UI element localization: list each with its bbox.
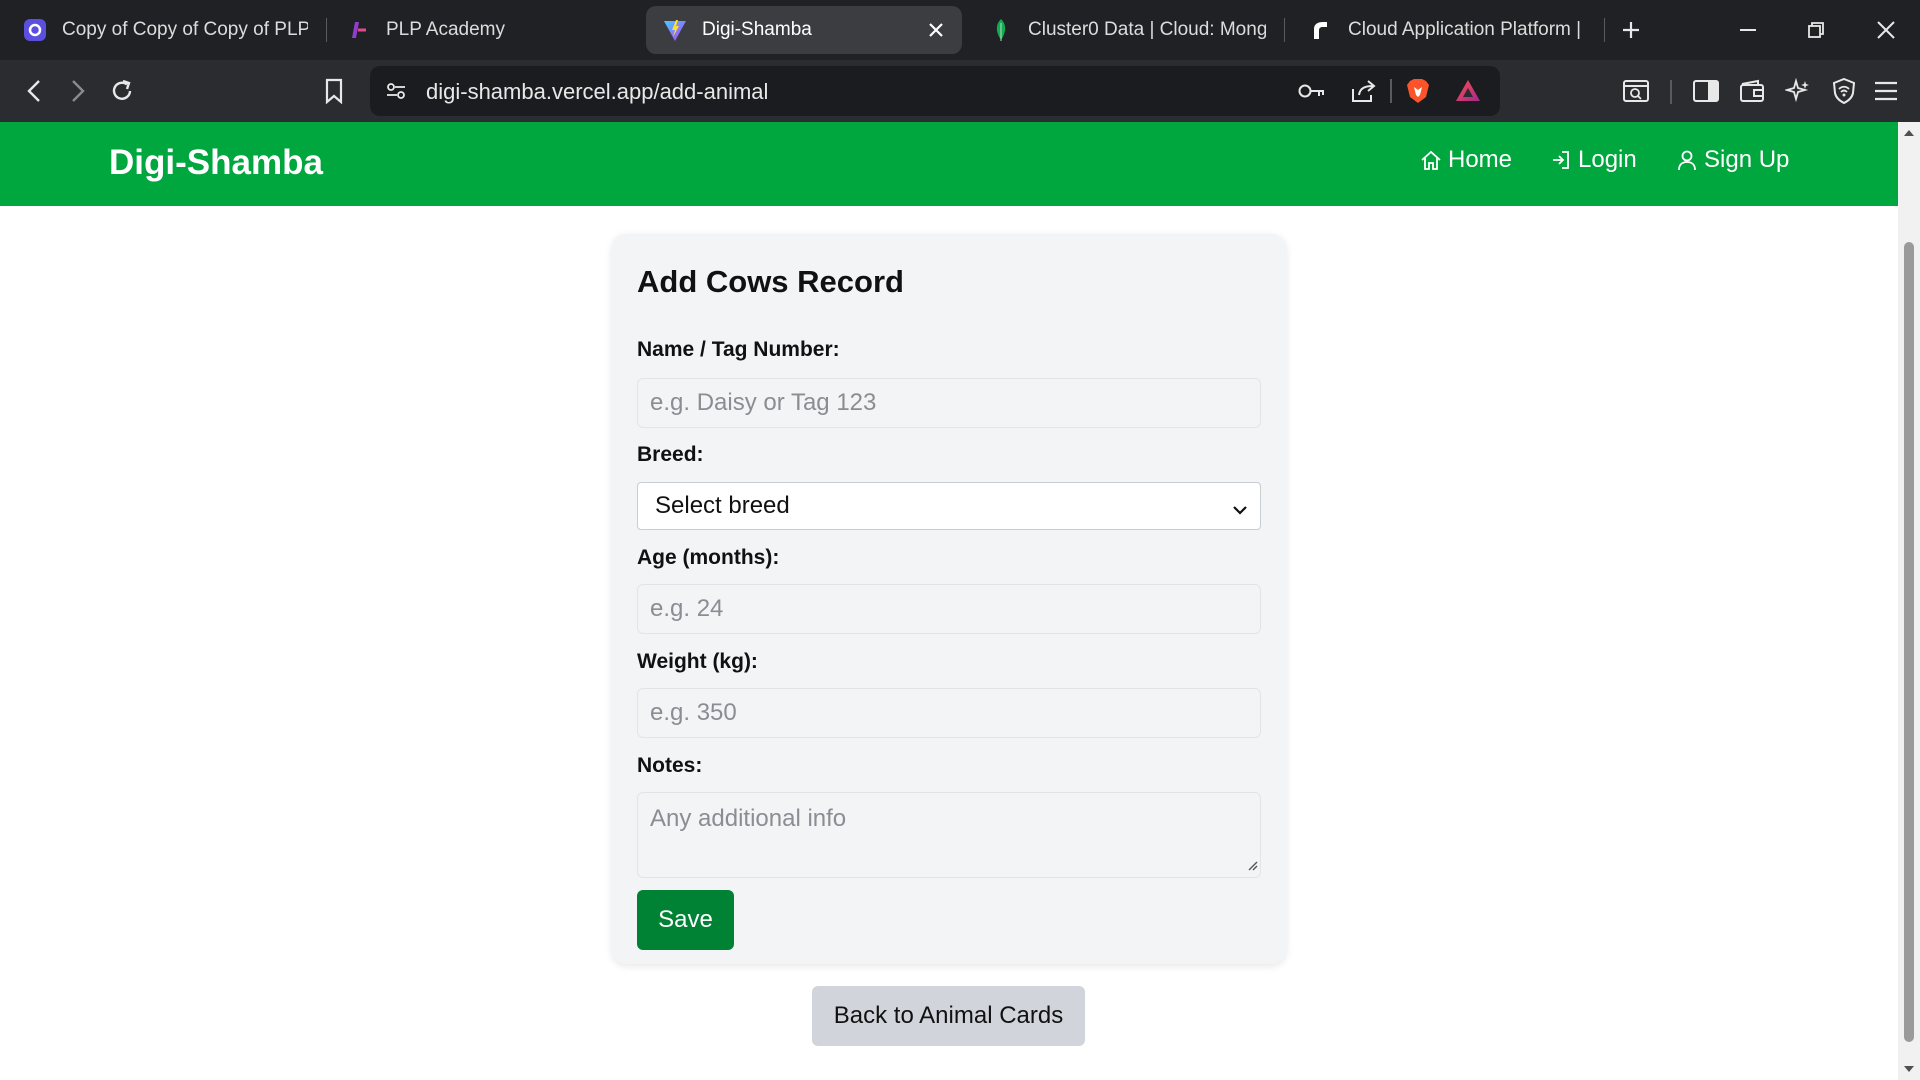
page-scrollbar[interactable] <box>1898 122 1920 1080</box>
home-icon <box>1421 150 1441 170</box>
web-page: Digi-Shamba Home Login Sign Up Add Cows … <box>0 122 1898 1080</box>
back-nav-button[interactable] <box>16 73 52 109</box>
form-title: Add Cows Record <box>637 264 904 299</box>
breed-label: Breed: <box>637 443 704 466</box>
menu-icon[interactable] <box>1868 73 1904 109</box>
brave-rewards-icon[interactable] <box>1454 77 1482 105</box>
plp-icon <box>346 17 372 43</box>
site-settings-icon[interactable] <box>382 77 410 105</box>
new-tab-button[interactable] <box>1615 14 1647 46</box>
tab-label: Digi-Shamba <box>702 19 812 40</box>
nav-signup-link[interactable]: Sign Up <box>1676 146 1789 174</box>
chevron-down-icon <box>1232 497 1248 525</box>
tab-plp-academy[interactable]: PLP Academy <box>330 6 630 54</box>
tab-strip: Copy of Copy of Copy of PLP S PLP Academ… <box>0 0 1920 60</box>
close-tab-icon[interactable] <box>924 18 948 42</box>
weight-input[interactable] <box>637 688 1261 738</box>
breed-selected-value: Select breed <box>655 492 790 519</box>
canva-icon <box>22 17 48 43</box>
vite-icon <box>662 17 688 43</box>
sidebar-toggle-icon[interactable] <box>1688 73 1724 109</box>
url-text[interactable]: digi-shamba.vercel.app/add-animal <box>426 79 768 105</box>
minimize-button[interactable] <box>1718 8 1778 52</box>
notes-wrapper <box>612 792 1286 878</box>
tab-separator <box>1604 18 1605 42</box>
save-button[interactable]: Save <box>637 890 734 950</box>
tab-render[interactable]: Cloud Application Platform | Re <box>1292 6 1602 54</box>
nav-signup-label: Sign Up <box>1704 146 1790 173</box>
tab-digi-shamba[interactable]: Digi-Shamba <box>646 6 962 54</box>
address-bar[interactable]: digi-shamba.vercel.app/add-animal <box>370 66 1500 116</box>
add-animal-form: Add Cows Record Name / Tag Number: Breed… <box>612 234 1286 964</box>
reload-button[interactable] <box>104 73 140 109</box>
login-icon <box>1553 151 1569 169</box>
tab-label: Cluster0 Data | Cloud: MongoD <box>1028 19 1266 40</box>
name-tag-input[interactable] <box>637 378 1261 428</box>
share-icon[interactable] <box>1350 77 1378 105</box>
leo-ai-icon[interactable] <box>1780 73 1816 109</box>
tab-label: Copy of Copy of Copy of PLP S <box>62 19 308 40</box>
tab-mongodb[interactable]: Cluster0 Data | Cloud: MongoD <box>972 6 1282 54</box>
notes-label: Notes: <box>637 754 703 777</box>
breed-select[interactable]: Select breed <box>637 482 1261 530</box>
divider <box>1390 79 1392 103</box>
close-window-button[interactable] <box>1856 8 1916 52</box>
tab-separator <box>326 18 327 42</box>
nav-login-label: Login <box>1578 146 1637 173</box>
age-input[interactable] <box>637 584 1261 634</box>
site-brand[interactable]: Digi-Shamba <box>109 143 323 183</box>
reading-mode-icon[interactable] <box>1618 73 1654 109</box>
vpn-shield-icon[interactable] <box>1826 73 1862 109</box>
brave-shields-icon[interactable] <box>1404 77 1432 105</box>
mongodb-leaf-icon <box>988 17 1014 43</box>
tab-label: PLP Academy <box>386 19 506 40</box>
divider <box>1670 80 1672 104</box>
back-to-animal-cards-button[interactable]: Back to Animal Cards <box>812 986 1085 1046</box>
user-icon <box>1678 150 1696 171</box>
nav-home-link[interactable]: Home <box>1420 146 1512 174</box>
weight-label: Weight (kg): <box>637 650 758 673</box>
resize-handle-icon[interactable] <box>1246 858 1258 876</box>
notes-textarea[interactable] <box>637 792 1261 878</box>
tab-label: Cloud Application Platform | Re <box>1348 19 1586 40</box>
scroll-up-icon[interactable] <box>1903 128 1915 138</box>
render-icon <box>1308 17 1334 43</box>
nav-login-link[interactable]: Login <box>1550 146 1637 174</box>
age-label: Age (months): <box>637 546 780 569</box>
scroll-down-icon[interactable] <box>1903 1064 1915 1074</box>
wallet-icon[interactable] <box>1734 73 1770 109</box>
tab-canva[interactable]: Copy of Copy of Copy of PLP S <box>6 6 324 54</box>
tab-separator <box>1284 18 1285 42</box>
password-key-icon[interactable] <box>1298 77 1326 105</box>
nav-home-label: Home <box>1448 146 1513 173</box>
restore-button[interactable] <box>1786 8 1846 52</box>
site-navbar: Digi-Shamba Home Login Sign Up <box>0 122 1898 206</box>
forward-nav-button[interactable] <box>60 73 96 109</box>
scroll-thumb[interactable] <box>1904 242 1914 1042</box>
browser-toolbar: digi-shamba.vercel.app/add-animal <box>0 60 1920 122</box>
name-label: Name / Tag Number: <box>637 338 840 361</box>
bookmark-icon[interactable] <box>316 73 352 109</box>
